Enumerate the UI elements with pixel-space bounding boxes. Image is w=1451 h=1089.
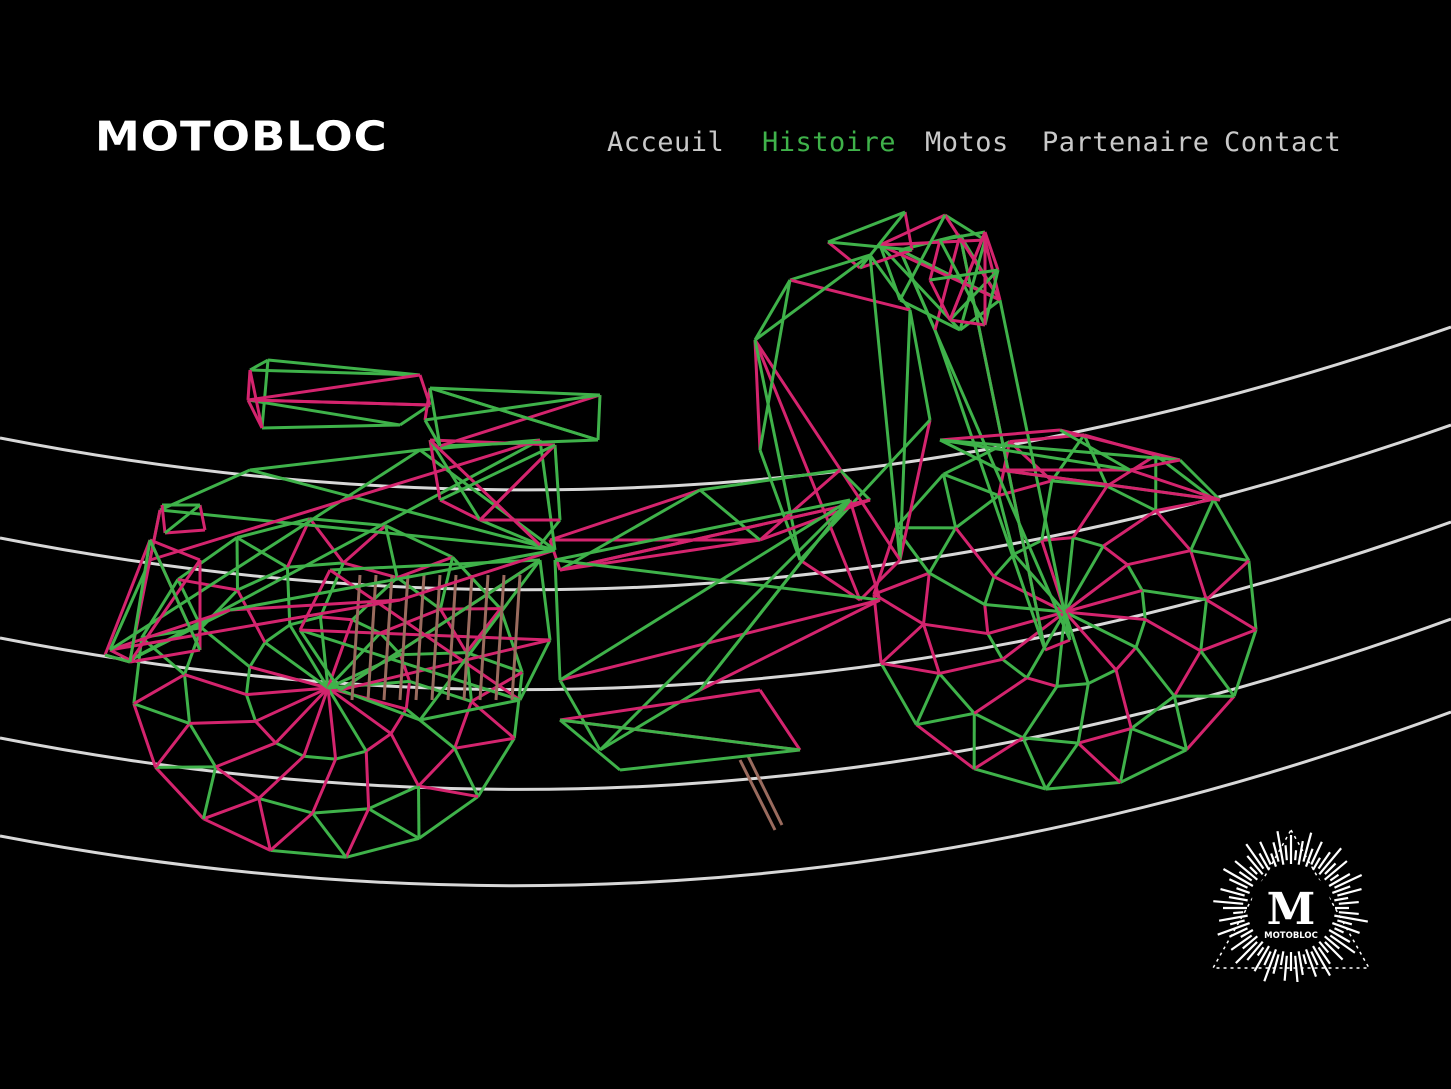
road-line-1 [0,325,1451,492]
nav-item-contact[interactable]: Contact [1224,127,1341,158]
road-line-4 [0,617,1451,791]
nav-item-partenaire[interactable]: Partenaire [1042,127,1210,158]
hero-page: MOTOBLOC Acceuil Histoire Motos Partenai… [0,0,1451,1089]
wireframe-motorcycle-illustration [103,210,1258,859]
nav-item-histoire[interactable]: Histoire [762,127,896,158]
motobloc-badge-icon: M MOTOBLOC [1211,828,1371,982]
badge-label: MOTOBLOC [1264,931,1318,941]
nav-item-acceuil[interactable]: Acceuil [607,127,724,158]
road-lines [0,325,1451,888]
nav-item-motos[interactable]: Motos [925,127,1009,158]
road-line-2 [0,423,1451,592]
road-line-3 [0,520,1451,692]
main-nav: Acceuil Histoire Motos Partenaire Contac… [0,127,1451,167]
badge-letter: M [1267,884,1316,935]
